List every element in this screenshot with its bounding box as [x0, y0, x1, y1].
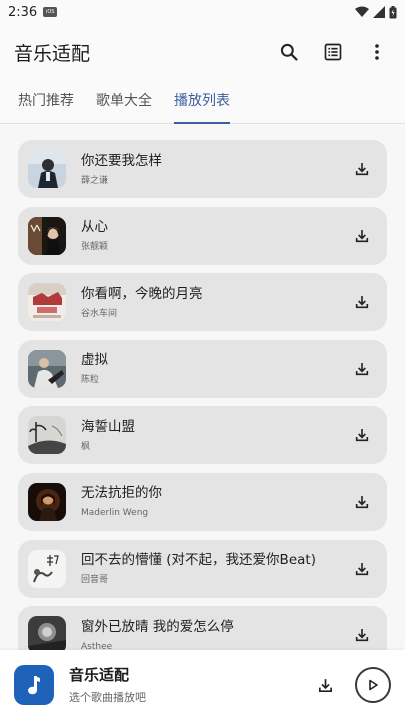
- tab-bar: 热门推荐 歌单大全 播放列表: [0, 80, 405, 124]
- notification-chip: iOS: [43, 7, 58, 17]
- download-button[interactable]: [349, 356, 375, 382]
- app-title: 音乐适配: [14, 42, 91, 65]
- play-button[interactable]: [355, 667, 391, 703]
- download-button[interactable]: [349, 156, 375, 182]
- song-title: 你看啊，今晚的月亮: [81, 285, 203, 302]
- download-icon: [355, 362, 369, 375]
- song-title: 你还要我怎样: [81, 152, 162, 169]
- song-meta: 从心 张靓颖: [81, 218, 349, 253]
- download-button[interactable]: [349, 422, 375, 448]
- song-title: 无法抗拒的你: [81, 485, 162, 502]
- search-icon: [280, 43, 298, 61]
- song-title: 从心: [81, 219, 108, 236]
- album-cover: [28, 482, 66, 521]
- song-meta: 无法抗拒的你 Maderlin Weng: [81, 484, 349, 519]
- song-meta: 海誓山盟 枫: [81, 418, 349, 453]
- song-artist: Asthee: [81, 641, 113, 650]
- download-icon: [355, 562, 369, 575]
- player-download-button[interactable]: [311, 671, 339, 699]
- more-options-button[interactable]: [363, 38, 391, 66]
- list-icon: [324, 43, 342, 61]
- album-cover: [28, 549, 66, 588]
- song-item[interactable]: 你还要我怎样 薛之谦: [18, 140, 387, 198]
- song-meta: 虚拟 陈粒: [81, 351, 349, 386]
- wifi-icon: [355, 6, 369, 17]
- player-title: 音乐适配: [69, 666, 130, 684]
- battery-icon: [389, 5, 397, 18]
- song-title: 海誓山盟: [81, 418, 135, 435]
- download-icon: [355, 229, 369, 242]
- song-artist: Maderlin Weng: [81, 508, 149, 519]
- player-meta: 音乐适配 选个歌曲播放吧: [69, 665, 311, 705]
- album-cover: [28, 349, 66, 388]
- song-meta: 窗外已放晴 我的爱怎么停 Asthee: [81, 618, 349, 650]
- download-icon: [318, 678, 332, 692]
- search-button[interactable]: [275, 38, 303, 66]
- album-cover: [28, 216, 66, 255]
- tab-hot-recommend[interactable]: 热门推荐: [18, 80, 74, 124]
- mini-player[interactable]: 音乐适配 选个歌曲播放吧: [0, 650, 405, 720]
- song-item[interactable]: 虚拟 陈粒: [18, 339, 387, 398]
- download-button[interactable]: [349, 556, 375, 582]
- status-icons: [355, 5, 397, 19]
- download-button[interactable]: [349, 289, 375, 315]
- status-time: 2:36: [8, 4, 38, 20]
- song-artist: 薛之谦: [81, 175, 109, 186]
- tab-play-queue[interactable]: 播放列表: [174, 80, 230, 124]
- download-button[interactable]: [349, 622, 375, 648]
- player-artwork: [14, 665, 54, 705]
- album-cover: [28, 283, 66, 322]
- download-icon: [355, 429, 369, 442]
- tab-playlists[interactable]: 歌单大全: [96, 80, 152, 124]
- song-meta: 回不去的懵懂 (对不起，我还爱你Beat) 回音哥: [81, 551, 349, 586]
- download-icon: [355, 495, 369, 509]
- download-button[interactable]: [349, 489, 375, 515]
- song-item[interactable]: 你看啊，今晚的月亮 谷水车间: [18, 273, 387, 332]
- song-item[interactable]: 回不去的懵懂 (对不起，我还爱你Beat) 回音哥: [18, 539, 387, 598]
- album-cover: [28, 416, 66, 455]
- download-icon: [355, 296, 369, 309]
- song-meta: 你还要我怎样 薛之谦: [81, 152, 349, 187]
- song-title: 虚拟: [81, 352, 108, 369]
- song-list[interactable]: 你还要我怎样 薛之谦 从心 张靓颖 你看啊，今晚的月亮 谷水车间 虚拟 陈粒 海…: [0, 124, 405, 650]
- download-icon: [355, 629, 369, 642]
- album-cover: [28, 616, 66, 650]
- app-bar: 音乐适配: [0, 24, 405, 80]
- song-item[interactable]: 海誓山盟 枫: [18, 406, 387, 465]
- song-item[interactable]: 从心 张靓颖: [18, 206, 387, 265]
- song-title: 窗外已放晴 我的爱怎么停: [81, 618, 234, 635]
- download-button[interactable]: [349, 223, 375, 249]
- status-bar: 2:36 iOS: [0, 0, 405, 24]
- song-artist: 谷水车间: [81, 308, 118, 319]
- more-vert-icon: [375, 44, 379, 60]
- song-artist: 陈粒: [81, 375, 100, 386]
- album-cover: [28, 150, 66, 188]
- song-artist: 张靓颖: [81, 242, 109, 253]
- download-icon: [355, 163, 369, 176]
- music-note-icon: [28, 676, 40, 695]
- play-icon: [369, 679, 378, 691]
- player-subtitle: 选个歌曲播放吧: [69, 691, 146, 704]
- list-view-button[interactable]: [319, 38, 347, 66]
- song-title: 回不去的懵懂 (对不起，我还爱你Beat): [81, 552, 316, 569]
- song-meta: 你看啊，今晚的月亮 谷水车间: [81, 285, 349, 320]
- song-item[interactable]: 窗外已放晴 我的爱怎么停 Asthee: [18, 606, 387, 650]
- song-artist: 回音哥: [81, 575, 109, 586]
- song-item[interactable]: 无法抗拒的你 Maderlin Weng: [18, 472, 387, 531]
- song-artist: 枫: [81, 441, 91, 452]
- signal-icon: [373, 6, 385, 18]
- app-actions: [275, 38, 391, 66]
